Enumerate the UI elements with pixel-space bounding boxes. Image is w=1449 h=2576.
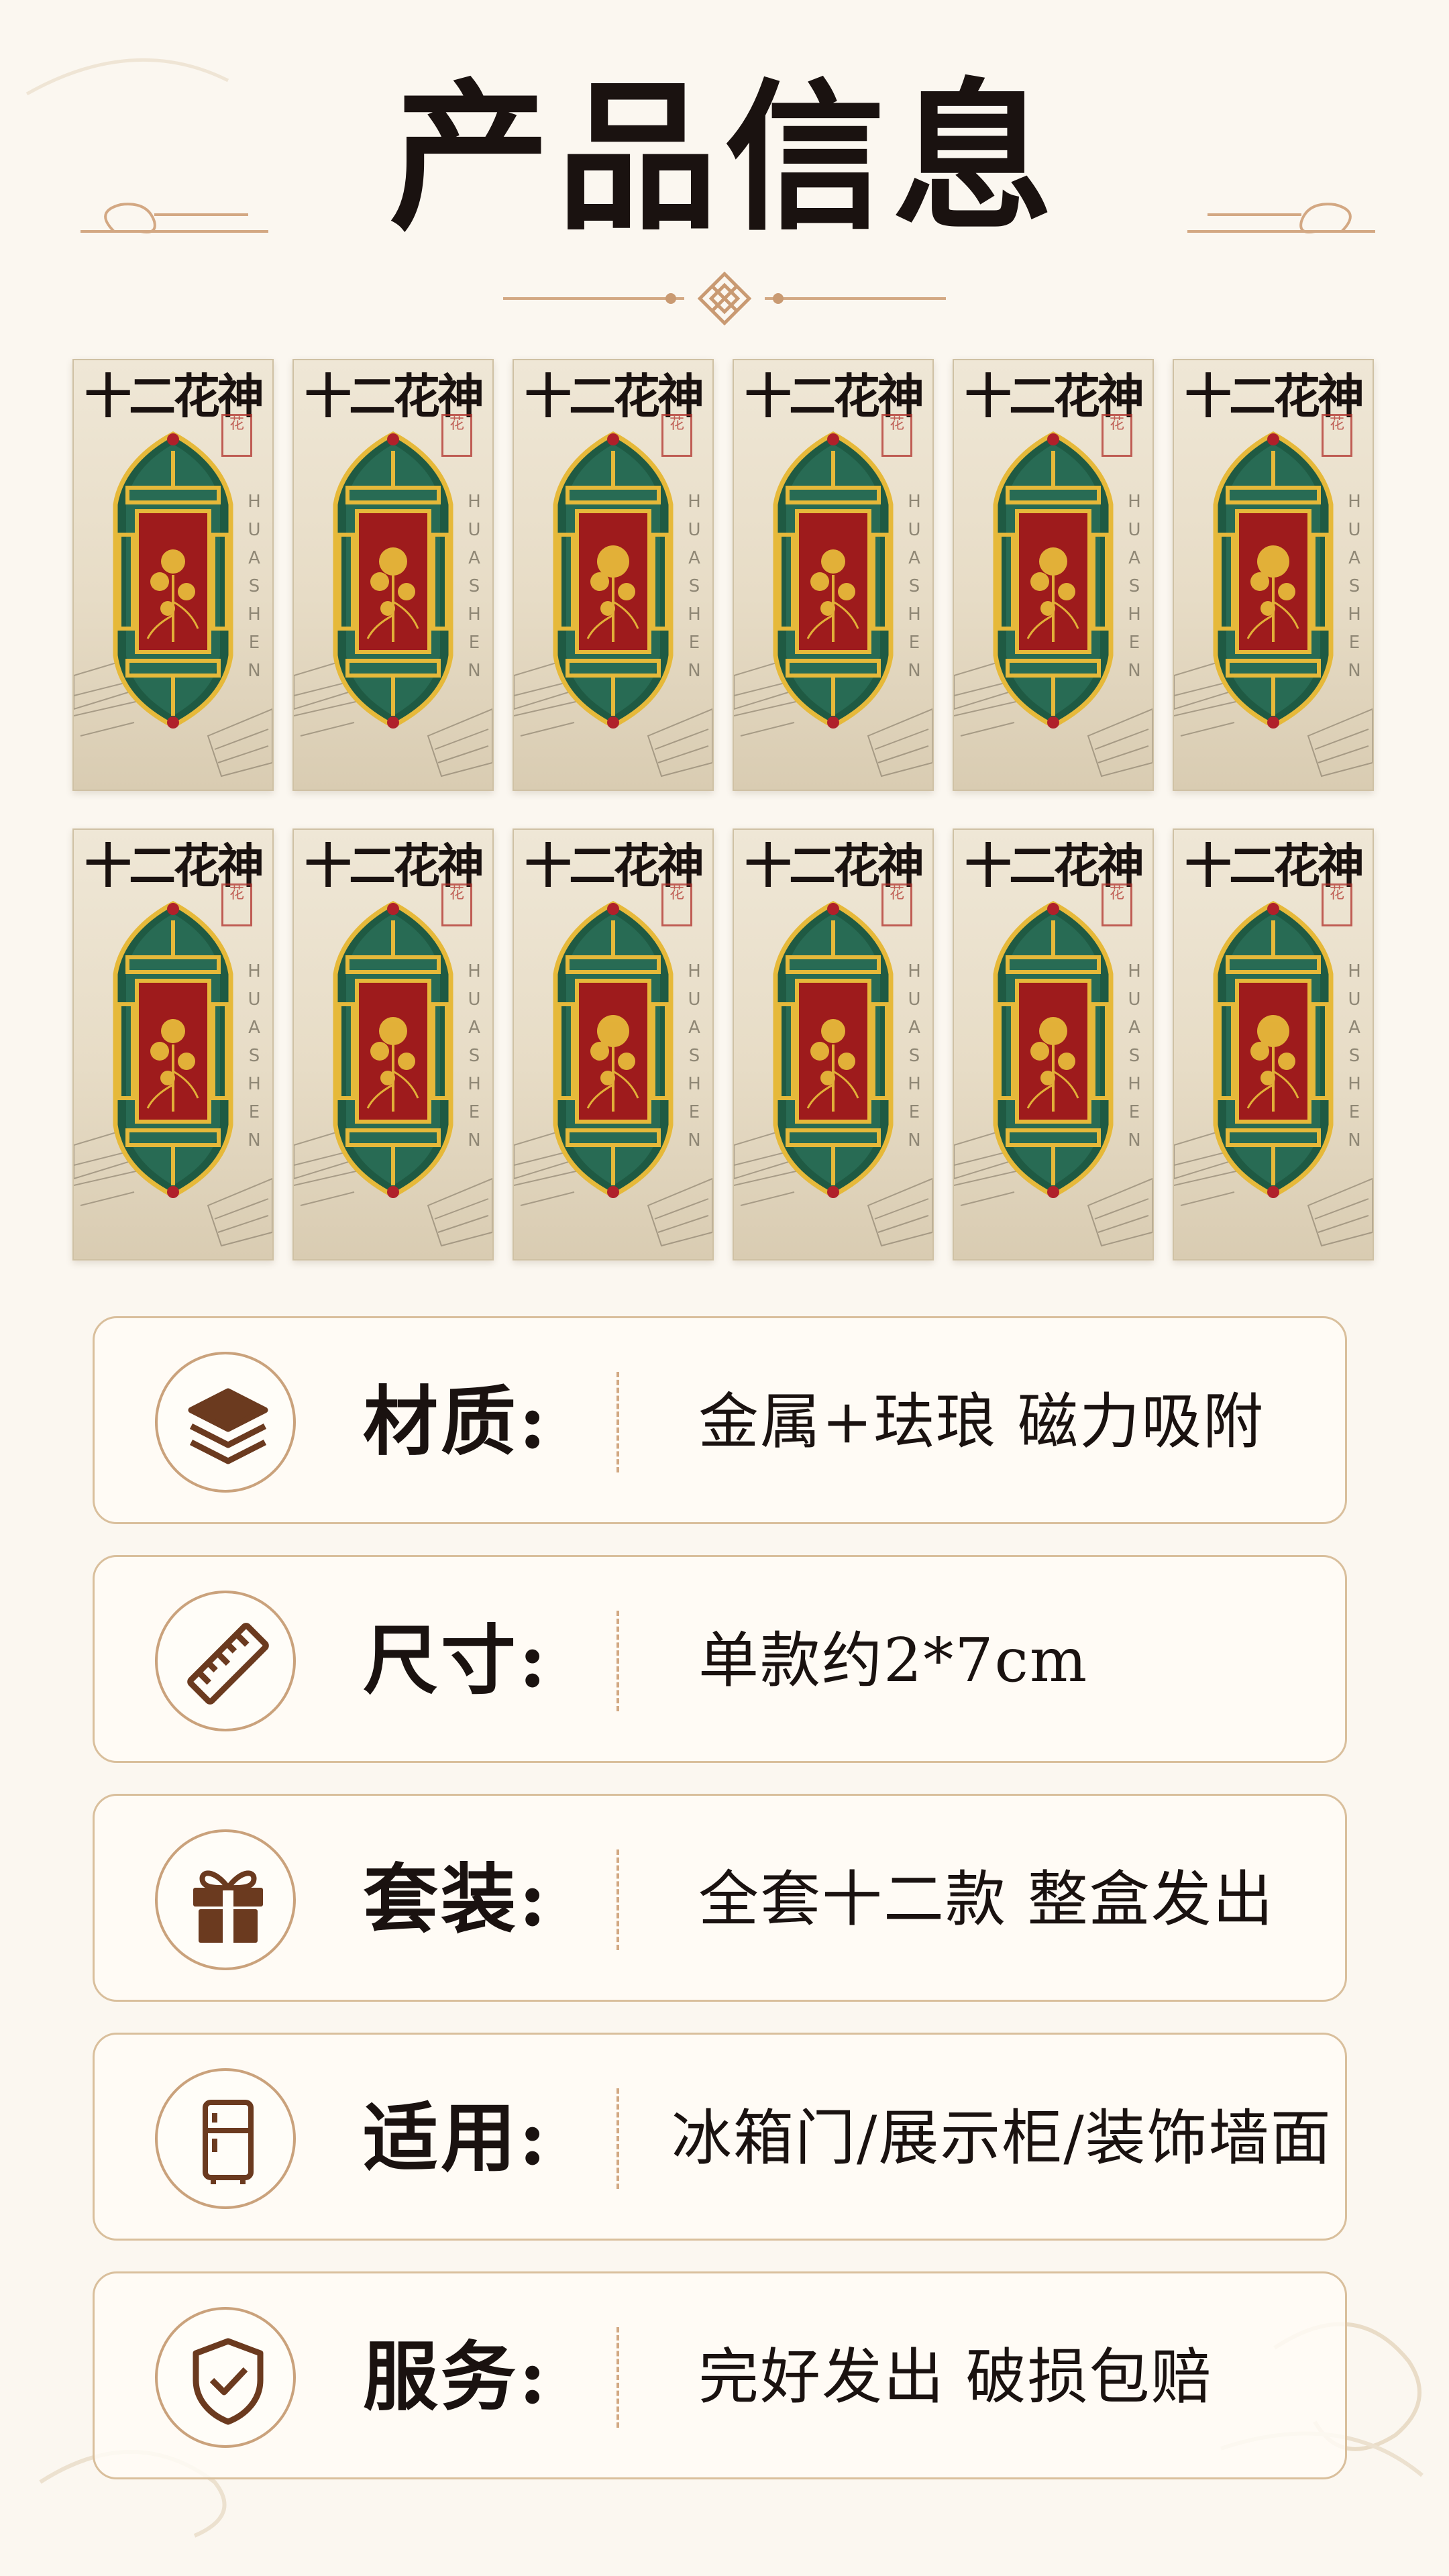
card-subtitle: HUASHEN [468,492,481,681]
card-subtitle: HUASHEN [1348,492,1361,681]
card-subtitle: HUASHEN [688,492,701,681]
info-value: 金属+珐琅 磁力吸附 [698,1387,1265,1457]
info-label: 套装: [363,1856,549,1943]
product-card[interactable]: 十二花神花 HUASHEN [953,828,1154,1260]
info-row: 材质: 金属+珐琅 磁力吸附 [93,1316,1347,1524]
product-card[interactable]: 十二花神花 HUASHEN [733,828,934,1260]
info-row: 套装: 全套十二款 整盒发出 [93,1794,1347,2002]
layers-icon [155,1352,296,1493]
product-grid: 十二花神花 HUASHEN 十二花神花 HUASHEN 十二花神 花 HUASH… [72,359,1374,1261]
seal-stamp: 花 [881,883,912,926]
seal-stamp: 花 [881,414,912,457]
seal-stamp: 花 [1102,414,1132,457]
seal-stamp: 花 [221,883,252,926]
shield-check-icon [155,2307,296,2448]
seal-stamp: 花 [441,883,472,926]
ruler-icon [155,1591,296,1731]
card-subtitle: HUASHEN [468,961,481,1150]
product-card[interactable]: 十二花神花 HUASHEN [1173,828,1374,1260]
dashed-separator [616,1372,619,1472]
info-value: 完好发出 破损包赔 [698,2342,1213,2412]
info-row: 服务: 完好发出 破损包赔 [93,2271,1347,2479]
seal-stamp: 花 [661,414,692,457]
product-card[interactable]: 十二花神花 HUASHEN [513,828,714,1260]
product-card[interactable]: 十二花神花 HUASHEN [292,828,494,1260]
info-row: 尺寸: 单款约2*7cm [93,1555,1347,1763]
product-card[interactable]: 十二花神花 HUASHEN [953,359,1154,791]
product-card[interactable]: 十二花神花 HUASHEN [292,359,494,791]
info-value: 全套十二款 整盒发出 [698,1864,1275,1935]
right-cloud-line-ornament [1187,203,1375,233]
info-label: 材质: [363,1378,549,1466]
info-label: 尺寸: [363,1617,549,1705]
seal-stamp: 花 [661,883,692,926]
info-value: 单款约2*7cm [698,1625,1089,1696]
seal-stamp: 花 [1102,883,1132,926]
seal-stamp: 花 [1322,414,1352,457]
dashed-separator [616,2088,619,2189]
fridge-icon [155,2068,296,2209]
info-label: 适用: [363,2094,549,2182]
seal-stamp: 花 [1322,883,1352,926]
info-value: 冰箱门/展示柜/装饰墙面 [672,2103,1332,2174]
product-card[interactable]: 十二花神花 HUASHEN [513,359,714,791]
card-subtitle: HUASHEN [688,961,701,1150]
card-subtitle: HUASHEN [1128,492,1141,681]
gift-icon [155,1829,296,1970]
seal-stamp: 花 [441,414,472,457]
card-subtitle: HUASHEN [248,961,261,1150]
dashed-separator [616,1611,619,1711]
product-card[interactable]: 十二花神花 HUASHEN [733,359,934,791]
product-card[interactable]: 十二花神花 HUASHEN [1173,359,1374,791]
left-cloud-line-ornament [80,203,268,233]
card-subtitle: HUASHEN [248,492,261,681]
product-card[interactable]: 十二花神花 HUASHEN [72,828,274,1260]
info-label: 服务: [363,2333,549,2421]
card-subtitle: HUASHEN [1348,961,1361,1150]
seal-stamp: 花 [221,414,252,457]
card-subtitle: HUASHEN [908,961,921,1150]
card-subtitle: HUASHEN [1128,961,1141,1150]
info-row: 适用: 冰箱门/展示柜/装饰墙面 [93,2033,1347,2241]
dashed-separator [616,1849,619,1950]
endless-knot-ornament [503,271,946,326]
product-card[interactable]: 十二花神花 HUASHEN [72,359,274,791]
card-subtitle: HUASHEN [908,492,921,681]
dashed-separator [616,2327,619,2428]
